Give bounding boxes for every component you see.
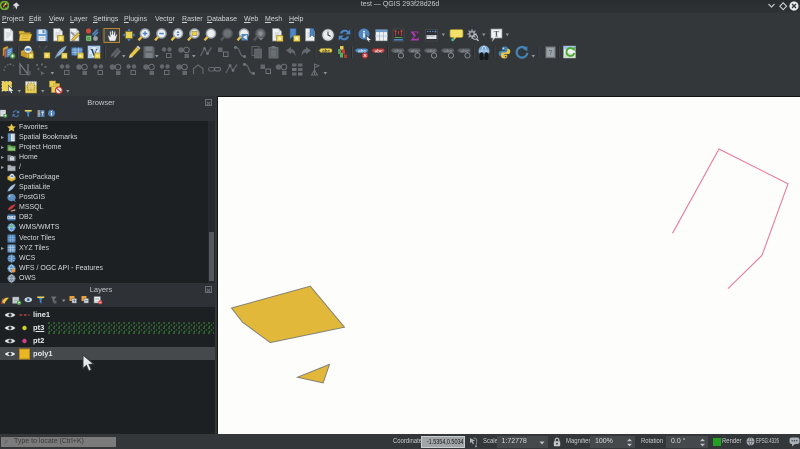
svg-text:abc: abc [322,49,330,54]
svg-text:DB2: DB2 [7,216,16,221]
svg-text:Σ: Σ [410,30,419,44]
svg-text:abc: abc [375,49,383,54]
svg-text:?: ? [549,50,553,57]
svg-text:T: T [494,29,500,39]
